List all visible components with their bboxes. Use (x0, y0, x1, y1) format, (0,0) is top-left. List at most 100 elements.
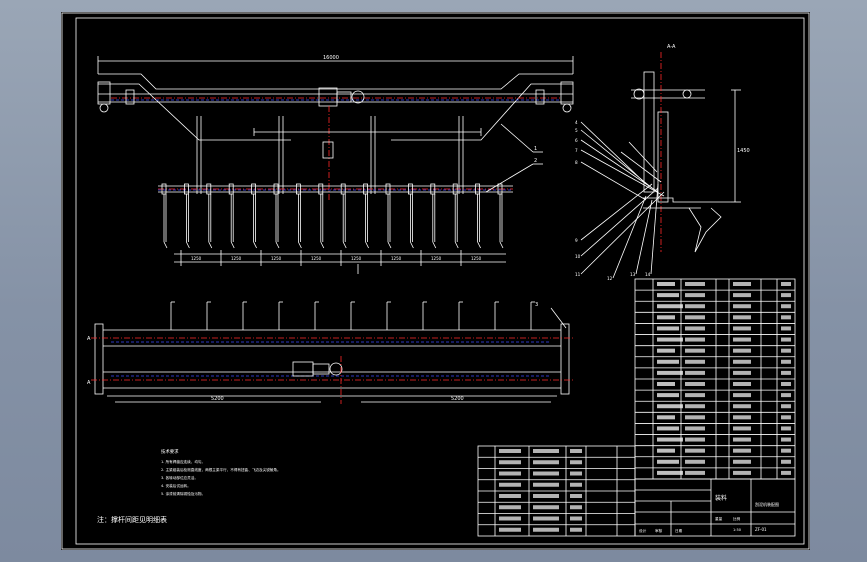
drawing-sheet: 16000 1250 1250 1250 1250 1250 1250 1250… (61, 12, 810, 550)
blade-tip (298, 241, 302, 249)
lower-bom-cell-text (499, 516, 521, 521)
section-leader (580, 187, 659, 257)
title-block-sign-2: 审核 (655, 528, 663, 533)
bom-cell-text (733, 282, 751, 286)
section-height-dim: 1450 (737, 148, 750, 154)
blade-tip (477, 241, 481, 249)
section-leader (635, 199, 653, 275)
lower-bom-cell-text (499, 471, 521, 476)
bom-cell-text (733, 304, 751, 309)
lower-bom-cell-text (533, 471, 559, 476)
lower-bom-cell-text (499, 460, 521, 465)
note-4: 4. 安装后试运转。 (161, 483, 191, 488)
bom-cell-text (733, 448, 751, 453)
title-block-scale: 1:50 (733, 528, 742, 532)
spacing-dim-text: 1250 (271, 256, 282, 261)
note-1: 1. 所有焊缝应连续、均匀。 (161, 459, 205, 464)
spacing-dim-text: 1250 (311, 256, 322, 261)
bom-cell-text (781, 404, 791, 409)
bom-cell-text (657, 393, 679, 398)
bom-cell-text (781, 348, 791, 353)
bom-cell-text (685, 437, 705, 442)
bom-cell-text (657, 437, 683, 442)
inner-border (75, 17, 805, 545)
lower-bom-cell-text (533, 460, 559, 465)
title-block-weight-label: 重量 (715, 516, 723, 521)
title-block-drawing-no: 刮泥机装配图 (755, 501, 779, 507)
section-leader-number: 6 (575, 138, 578, 143)
section-leader-number: 9 (575, 238, 578, 243)
bom-cell-text (781, 448, 791, 453)
bom-cell-text (657, 293, 679, 298)
spacing-dim-text: 1250 (471, 256, 482, 261)
bom-cell-text (657, 337, 683, 342)
lower-bom-cell-text (533, 516, 559, 521)
section-leader-number: 12 (607, 276, 613, 281)
spacing-dim-text: 1250 (431, 256, 442, 261)
lower-bom-cell-text (533, 449, 559, 453)
leader-label-1: 1 (534, 146, 537, 152)
title-block: 装料 刮泥机装配图 重量 比例 1:50 ZF-01 设计 审核 日期 (634, 478, 796, 537)
bom-cell-text (781, 315, 791, 320)
blade-tip (275, 241, 280, 249)
lower-bom-cell-text (570, 449, 582, 453)
bom-cell-text (733, 404, 751, 409)
bom-cell-text (781, 337, 791, 342)
technical-notes: 技术要求 1. 所有焊缝应连续、均匀。 2. 主梁组装后检测直线度，两根主梁平行… (97, 448, 281, 524)
blade-tip (342, 241, 347, 249)
section-leader-number: 8 (575, 160, 578, 165)
section-leader-number: 11 (575, 272, 581, 277)
bom-cell-text (657, 448, 675, 453)
bom-cell-text (685, 359, 705, 364)
section-leader-number: 7 (575, 148, 578, 153)
cad-drawing: 16000 1250 1250 1250 1250 1250 1250 1250… (61, 12, 810, 550)
bom-cell-text (685, 448, 705, 453)
overall-dimension-text: 16000 (323, 55, 339, 61)
plan-view: 5200 5200 A A 3 (87, 301, 573, 404)
spacing-dimensions: 1250 1250 1250 1250 1250 1250 1250 1250 (180, 250, 482, 266)
lower-bom-cell-text (570, 527, 582, 532)
lower-bom-cell-text (533, 527, 559, 532)
spacing-dim-text: 1250 (231, 256, 242, 261)
blade-tip (163, 241, 168, 249)
section-leader (580, 191, 665, 275)
lower-bom-cell-text (570, 482, 582, 487)
title-block-sign-1: 设计 (639, 528, 647, 533)
plan-span-left: 5200 (211, 396, 224, 402)
title-block-name: 装料 (715, 494, 727, 502)
section-leader (580, 183, 653, 241)
front-elevation: 16000 1250 1250 1250 1250 1250 1250 1250… (97, 55, 574, 274)
bom-cell-text (685, 382, 705, 386)
bom-cell-text (685, 326, 705, 331)
bom-cell-text (781, 437, 791, 442)
bom-cell-text (685, 304, 705, 309)
bom-cell-text (733, 370, 751, 375)
bom-cell-text (685, 459, 705, 464)
lower-bom-cell-text (570, 460, 582, 465)
lower-bom-cell-text (570, 494, 582, 498)
bom-cell-text (781, 382, 791, 386)
bom-cell-text (733, 348, 751, 353)
bom-cell-text (657, 470, 683, 475)
lower-parts-table (477, 445, 636, 537)
lower-bom-cell-text (570, 471, 582, 476)
lower-bom-cell-text (570, 505, 582, 510)
bom-cell-text (733, 470, 751, 475)
leader-label-3: 3 (535, 302, 538, 308)
bom-cell-text (657, 282, 675, 286)
blade-tip (432, 241, 437, 249)
bom-cell-text (781, 393, 791, 398)
scraper-hangers (196, 116, 464, 194)
bom-cell-text (733, 426, 751, 431)
bom-cell-text (781, 415, 791, 420)
lower-bom-cell-text (499, 449, 521, 453)
bom-cell-text (685, 415, 705, 420)
spacing-dim-text: 1250 (191, 256, 202, 261)
bom-cell-text (733, 437, 751, 442)
bom-cell-text (781, 326, 791, 331)
bom-cell-text (733, 293, 751, 298)
section-leaders: 4 5 6 7 8 9 10 11 12 13 14 (575, 120, 665, 281)
bom-cell-text (733, 315, 751, 320)
section-leader-number: 10 (575, 254, 581, 259)
bom-cell-text (685, 370, 705, 375)
